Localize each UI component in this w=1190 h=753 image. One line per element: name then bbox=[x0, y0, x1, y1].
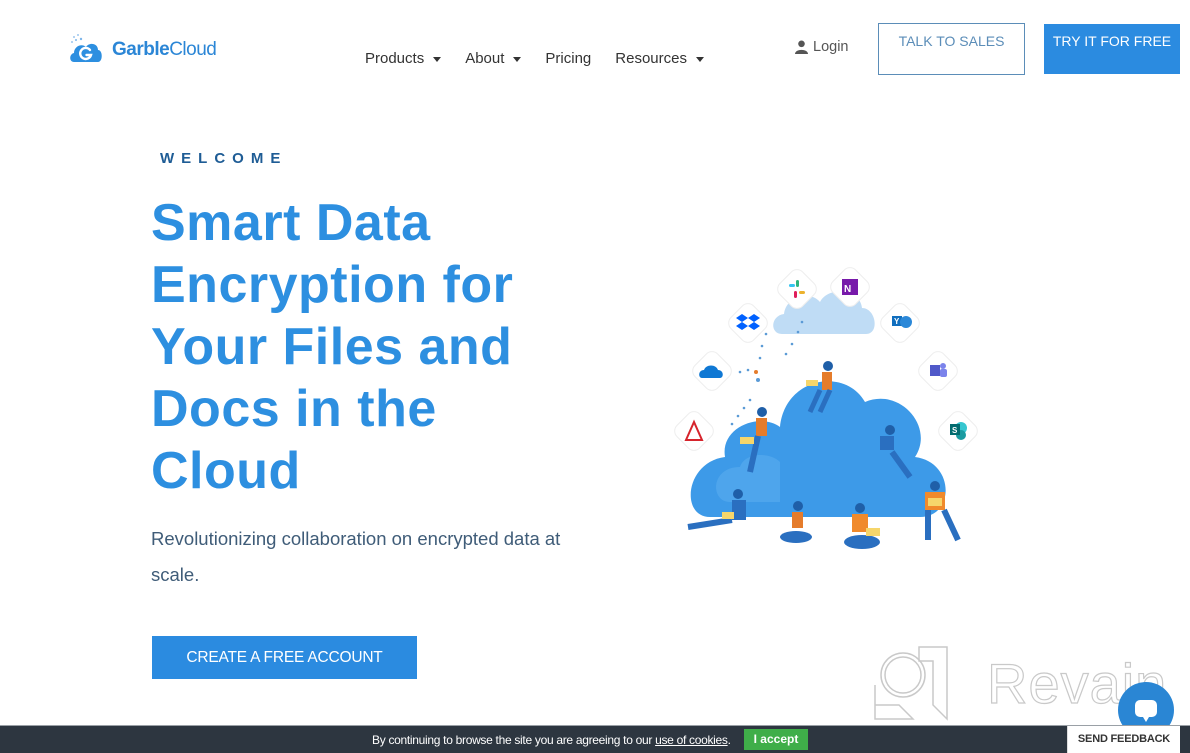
login-label: Login bbox=[813, 39, 849, 55]
nav-label: About bbox=[465, 50, 505, 67]
brand-name-bold: Garble bbox=[112, 39, 170, 60]
hero-eyebrow: WELCOME bbox=[160, 150, 288, 167]
user-icon bbox=[795, 40, 808, 54]
cookie-message-suffix: . bbox=[727, 733, 731, 747]
svg-text:N: N bbox=[844, 284, 851, 295]
main-nav: Products About Pricing Resources bbox=[365, 50, 728, 67]
svg-text:Y: Y bbox=[894, 317, 900, 326]
onedrive-icon bbox=[692, 351, 732, 391]
nav-item-about[interactable]: About bbox=[465, 50, 522, 67]
cookie-message-text: By continuing to browse the site you are… bbox=[372, 733, 656, 747]
big-cloud bbox=[690, 381, 946, 517]
hero-subtitle: Revolutionizing collaboration on encrypt… bbox=[151, 528, 561, 585]
hero-illustration: N Y S bbox=[674, 267, 978, 549]
hero-headline: Smart Data Encryption for Your Files and… bbox=[151, 194, 514, 500]
brand-name: GarbleCloud bbox=[112, 39, 217, 61]
send-feedback-button[interactable]: SEND FEEDBACK bbox=[1067, 726, 1180, 753]
nav-item-pricing[interactable]: Pricing bbox=[545, 50, 591, 67]
accept-cookies-label: I accept bbox=[753, 732, 799, 746]
create-free-account-label: CREATE A FREE ACCOUNT bbox=[186, 649, 383, 666]
dropbox-icon bbox=[728, 303, 768, 343]
chat-icon bbox=[1135, 700, 1157, 722]
cookie-consent-bar: By continuing to browse the site you are… bbox=[0, 725, 1190, 753]
create-free-account-button[interactable]: CREATE A FREE ACCOUNT bbox=[152, 636, 417, 679]
send-feedback-label: SEND FEEDBACK bbox=[1077, 733, 1171, 745]
yammer-icon: Y bbox=[880, 303, 920, 343]
cookie-message: By continuing to browse the site you are… bbox=[372, 733, 731, 747]
nav-label: Pricing bbox=[545, 50, 592, 67]
revain-logo-icon bbox=[874, 646, 948, 721]
brand-logo[interactable]: GarbleCloud bbox=[68, 32, 217, 68]
cloud-g-logo-icon bbox=[70, 34, 102, 62]
caret-down-icon bbox=[695, 57, 704, 62]
talk-to-sales-button[interactable]: TALK TO SALES bbox=[878, 23, 1025, 75]
teams-icon bbox=[918, 351, 958, 391]
brand-name-light: Cloud bbox=[169, 39, 217, 60]
try-it-free-button[interactable]: TRY IT FOR FREE bbox=[1044, 24, 1180, 74]
login-link[interactable]: Login bbox=[795, 39, 848, 55]
sharepoint-icon: S bbox=[938, 411, 978, 451]
nav-label: Resources bbox=[615, 50, 687, 67]
try-it-free-label: TRY IT FOR FREE bbox=[1052, 33, 1172, 49]
nav-label: Products bbox=[365, 50, 425, 67]
caret-down-icon bbox=[433, 57, 442, 62]
nav-item-resources[interactable]: Resources bbox=[615, 50, 704, 67]
cookie-policy-link[interactable]: use of cookies bbox=[655, 733, 728, 747]
accept-cookies-button[interactable]: I accept bbox=[744, 729, 808, 750]
svg-text:S: S bbox=[952, 426, 958, 435]
caret-down-icon bbox=[513, 57, 522, 62]
nav-item-products[interactable]: Products bbox=[365, 50, 442, 67]
acrobat-icon bbox=[674, 411, 714, 451]
talk-to-sales-label: TALK TO SALES bbox=[898, 33, 1005, 49]
